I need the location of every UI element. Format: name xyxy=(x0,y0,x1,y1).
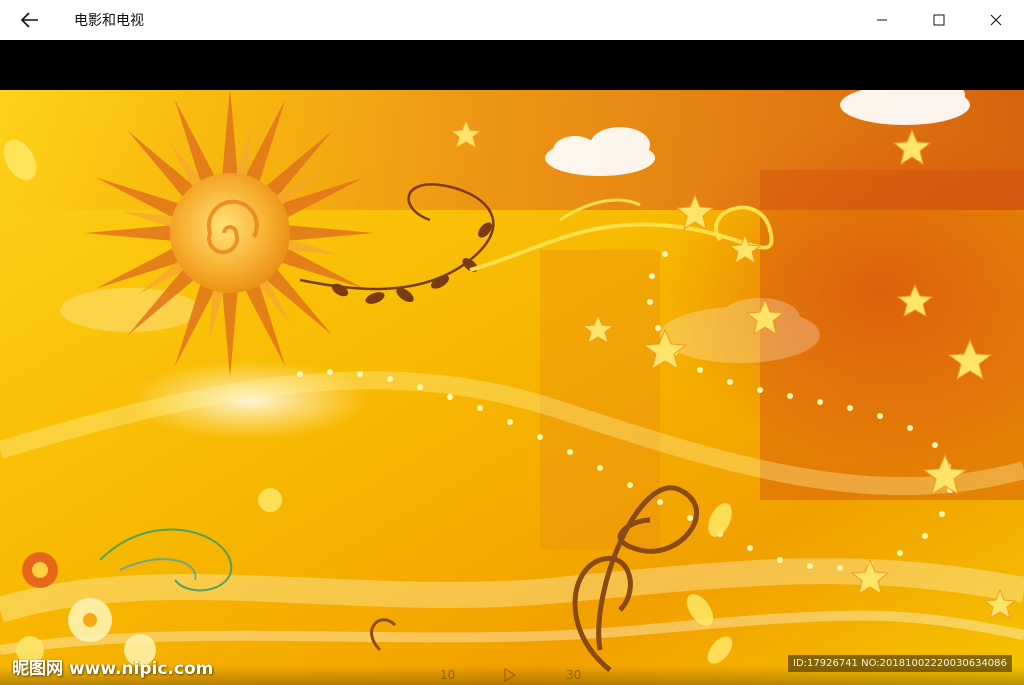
video-player[interactable] xyxy=(0,90,1024,685)
watermark-site: 昵图网 www.nipic.com xyxy=(12,659,214,679)
maximize-icon xyxy=(933,14,944,26)
skip-back-button[interactable]: 10 xyxy=(440,668,455,682)
maximize-button[interactable] xyxy=(910,0,967,40)
app-title: 电影和电视 xyxy=(74,13,144,29)
watermark-id: ID:17926741 NO:20181002220030634086 xyxy=(788,655,1012,672)
close-icon xyxy=(990,14,1001,26)
back-arrow-icon xyxy=(21,12,38,28)
close-button[interactable] xyxy=(967,0,1024,40)
minimize-icon xyxy=(876,19,887,21)
minimize-button[interactable] xyxy=(853,0,910,40)
video-frame xyxy=(0,90,1024,685)
play-icon[interactable] xyxy=(503,668,517,682)
skip-forward-button[interactable]: 30 xyxy=(566,668,581,682)
letterbox-top xyxy=(0,40,1024,90)
title-bar: 电影和电视 xyxy=(0,0,1024,40)
window-controls xyxy=(853,0,1024,40)
back-button[interactable] xyxy=(0,0,60,40)
